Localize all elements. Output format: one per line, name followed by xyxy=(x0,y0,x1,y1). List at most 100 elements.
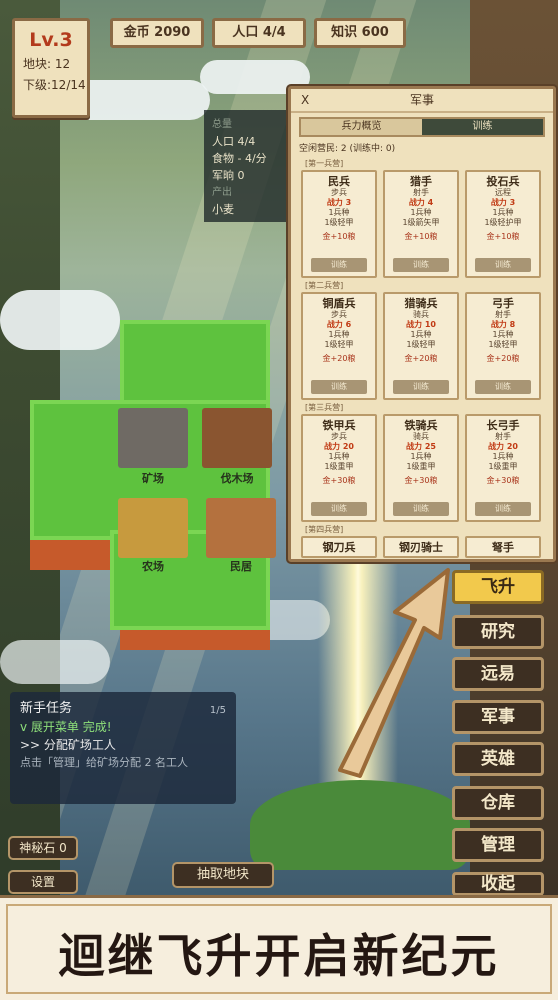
unit-cost: 金+20粮 xyxy=(322,354,356,363)
farm-label: 农场 xyxy=(142,560,164,573)
level-title: Lv.3 xyxy=(29,29,73,51)
unit-cost: 金+30粮 xyxy=(404,476,438,485)
quest-panel[interactable]: 新手任务 1/5 v 展开菜单 完成! >> 分配矿场工人 点击「管理」给矿场分… xyxy=(10,692,236,804)
train-button[interactable]: 训练 xyxy=(475,380,531,394)
unit-card[interactable]: 猎手 射手 战力 4 1兵种 1级箭矢甲 金+10粮 训练 xyxy=(383,170,459,278)
unit-armor: 1级重甲 xyxy=(324,462,354,471)
train-button[interactable]: 训练 xyxy=(311,380,367,394)
unit-info: 1兵种 xyxy=(492,208,514,217)
unit-type: 骑兵 xyxy=(413,310,429,319)
house-building[interactable] xyxy=(206,498,276,558)
stats-header: 总量 xyxy=(212,119,232,130)
tab-training[interactable]: 训练 xyxy=(422,119,543,135)
unit-type: 射手 xyxy=(495,432,511,441)
train-button[interactable]: 训练 xyxy=(393,502,449,516)
unit-card[interactable]: 铁甲兵 步兵 战力 20 1兵种 1级重甲 金+30粮 训练 xyxy=(301,414,377,522)
unit-card[interactable]: 弩手 xyxy=(465,536,541,558)
collapse-button[interactable]: 收起 xyxy=(452,872,544,896)
stats-output-label: 产出 xyxy=(212,187,232,198)
unit-power: 战力 4 xyxy=(408,198,434,207)
unit-name: 铁甲兵 xyxy=(322,419,356,432)
unit-armor: 1级重甲 xyxy=(488,462,518,471)
cloud xyxy=(0,290,120,350)
tab-overview[interactable]: 兵力概览 xyxy=(301,119,422,135)
unit-armor: 1级轻护甲 xyxy=(484,218,522,227)
train-button[interactable]: 训练 xyxy=(393,380,449,394)
unit-power: 战力 10 xyxy=(406,320,436,329)
lumber-mill-label: 伐木场 xyxy=(220,472,254,485)
unit-name: 铁骑兵 xyxy=(404,419,438,432)
unit-name: 弩手 xyxy=(492,541,514,554)
unit-grid: 民兵 步兵 战力 3 1兵种 1级轻甲 金+10粮 训练 猎手 射手 战力 4 1兵种 1级箭矢甲 金+… xyxy=(301,170,553,278)
settings-button[interactable]: 设置 xyxy=(8,870,78,894)
unit-cost: 金+20粮 xyxy=(404,354,438,363)
draw-plot-button[interactable]: 抽取地块 xyxy=(172,862,274,888)
farm-building[interactable] xyxy=(118,498,188,558)
barracks-title: [第四兵营] xyxy=(305,525,344,534)
unit-type: 步兵 xyxy=(331,188,347,197)
barracks-title: [第一兵营] xyxy=(305,159,344,168)
plot-count: 地块: 12 xyxy=(23,57,71,71)
unit-card[interactable]: 猎骑兵 骑兵 战力 10 1兵种 1级轻甲 金+20粮 训练 xyxy=(383,292,459,400)
unit-card[interactable]: 铜盾兵 步兵 战力 6 1兵种 1级轻甲 金+20粮 训练 xyxy=(301,292,377,400)
train-button[interactable]: 训练 xyxy=(311,502,367,516)
train-button[interactable]: 训练 xyxy=(311,258,367,272)
unit-card[interactable]: 钢刃骑士 xyxy=(383,536,459,558)
unit-cost: 金+10粮 xyxy=(404,232,438,241)
unit-grid: 铁甲兵 步兵 战力 20 1兵种 1级重甲 金+30粮 训练 铁骑兵 骑兵 战力 25 1兵种 1级重… xyxy=(301,414,553,522)
manage-button[interactable]: 管理 xyxy=(452,828,544,862)
unit-info: 1兵种 xyxy=(328,330,350,339)
hero-button[interactable]: 英雄 xyxy=(452,742,544,776)
mine-building[interactable] xyxy=(118,408,188,468)
unit-power: 战力 3 xyxy=(490,198,516,207)
unit-info: 1兵种 xyxy=(328,208,350,217)
grass-tile[interactable] xyxy=(120,320,270,410)
unit-name: 钢刀兵 xyxy=(322,541,356,554)
quest-description: 点击「管理」给矿场分配 2 名工人 xyxy=(20,756,188,769)
unit-card[interactable]: 铁骑兵 骑兵 战力 25 1兵种 1级重甲 金+30粮 训练 xyxy=(383,414,459,522)
unit-card[interactable]: 民兵 步兵 战力 3 1兵种 1级轻甲 金+10粮 训练 xyxy=(301,170,377,278)
research-button[interactable]: 研究 xyxy=(452,615,544,649)
unit-card[interactable]: 长弓手 射手 战力 20 1兵种 1级重甲 金+30粮 训练 xyxy=(465,414,541,522)
military-tabs: 兵力概览 训练 xyxy=(299,117,545,137)
tutorial-arrow-icon xyxy=(338,568,450,778)
unit-info: 1兵种 xyxy=(410,452,432,461)
unit-cost: 金+20粮 xyxy=(486,354,520,363)
unit-armor: 1级箭矢甲 xyxy=(402,218,440,227)
unit-card[interactable]: 钢刀兵 xyxy=(301,536,377,558)
unit-name: 民兵 xyxy=(328,175,350,188)
mine-label: 矿场 xyxy=(142,472,164,485)
barracks-title: [第二兵营] xyxy=(305,281,344,290)
warehouse-button[interactable]: 仓库 xyxy=(452,786,544,820)
unit-cost: 金+30粮 xyxy=(322,476,356,485)
quest-title: 新手任务 xyxy=(20,701,73,716)
unit-type: 远程 xyxy=(495,188,511,197)
mystery-stone-counter[interactable]: 神秘石 0 xyxy=(8,836,78,860)
unit-grid: 钢刀兵 钢刃骑士 弩手 xyxy=(301,536,553,558)
population-counter: 人口 4/4 xyxy=(212,18,306,48)
military-panel-header: X 军事 xyxy=(291,89,553,113)
trade-button[interactable]: 远易 xyxy=(452,657,544,691)
lumber-mill-building[interactable] xyxy=(202,408,272,468)
unit-card[interactable]: 投石兵 远程 战力 3 1兵种 1级轻护甲 金+10粮 训练 xyxy=(465,170,541,278)
unit-info: 1兵种 xyxy=(492,452,514,461)
gold-counter: 金币 2090 xyxy=(110,18,204,48)
military-button[interactable]: 军事 xyxy=(452,700,544,734)
train-button[interactable]: 训练 xyxy=(475,502,531,516)
unit-type: 骑兵 xyxy=(413,432,429,441)
quest-completed-step: v 展开菜单 完成! xyxy=(20,720,112,734)
unit-card[interactable]: 弓手 射手 战力 8 1兵种 1级轻甲 金+20粮 训练 xyxy=(465,292,541,400)
unit-name: 铜盾兵 xyxy=(322,297,356,310)
close-icon[interactable]: X xyxy=(301,89,309,111)
train-button[interactable]: 训练 xyxy=(393,258,449,272)
stats-population: 人口 4/4 xyxy=(212,135,256,148)
banner-title: 迴继飞升开启新纪元 xyxy=(58,929,500,983)
level-plaque[interactable]: Lv.3 地块: 12 下级:12/14 xyxy=(12,18,90,118)
train-button[interactable]: 训练 xyxy=(475,258,531,272)
unit-armor: 1级轻甲 xyxy=(324,340,354,349)
promo-banner: 迴继飞升开启新纪元 xyxy=(0,895,558,1000)
unit-type: 步兵 xyxy=(331,432,347,441)
unit-name: 长弓手 xyxy=(486,419,520,432)
unit-info: 1兵种 xyxy=(410,208,432,217)
ascend-button[interactable]: 飞升 xyxy=(452,570,544,604)
